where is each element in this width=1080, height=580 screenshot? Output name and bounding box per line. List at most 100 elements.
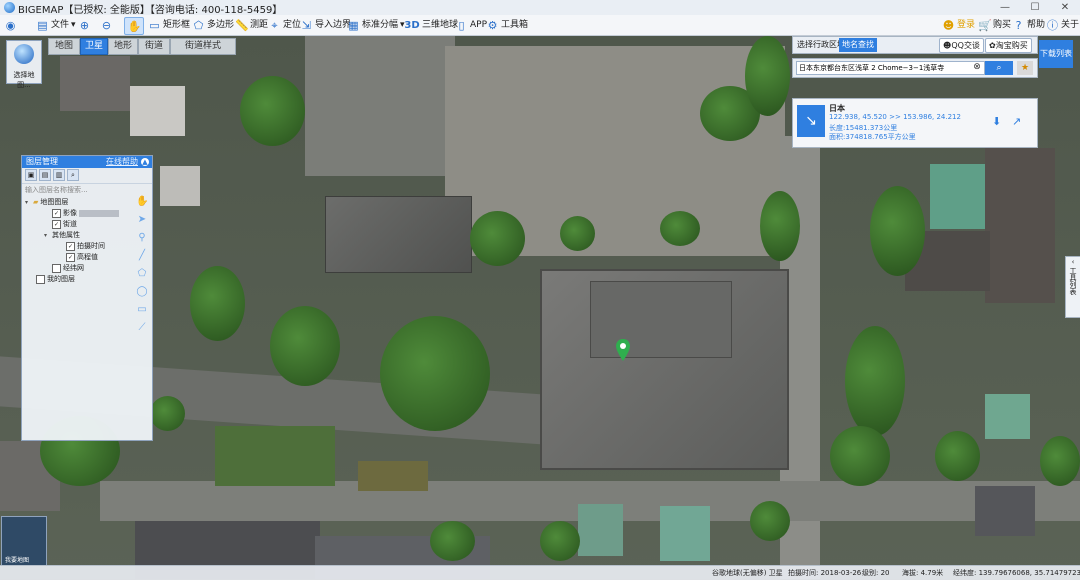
polygon-icon[interactable]: ⬠ (136, 268, 148, 280)
map-tab-street-style[interactable]: 街道样式 (170, 38, 236, 55)
tree-item-other-attrs[interactable]: ▾ 其他属性 (44, 230, 80, 240)
online-help-link[interactable]: 在线帮助 (106, 156, 138, 168)
map-tab-street[interactable]: 街道 (138, 38, 170, 55)
file-menu[interactable]: ▤ 文件 ▾ (36, 17, 75, 33)
save-icon[interactable]: ▤ (39, 169, 51, 181)
minimap-label: 我要地图 (5, 557, 30, 564)
import-boundary-button[interactable]: ⇲ 导入边界 (300, 17, 351, 33)
help-icon: ? (1015, 18, 1022, 32)
zoom-out-button[interactable]: ⊖ (100, 17, 113, 33)
checkbox[interactable] (52, 208, 61, 218)
pan-button[interactable]: ✋ (124, 17, 144, 35)
map-tab-map[interactable]: 地图 (48, 38, 80, 55)
layers-icon[interactable]: ▥ (53, 169, 65, 181)
collapse-icon[interactable]: ▲ (141, 158, 149, 166)
tree-item-elevation[interactable]: 高程值 (66, 252, 98, 262)
ruler-icon[interactable]: ⟋ (136, 322, 148, 334)
three-d-earth-button[interactable]: 3D 三维地球 (404, 17, 458, 33)
favorite-star-icon[interactable]: ★ (1017, 61, 1033, 75)
checkbox[interactable] (52, 263, 61, 273)
circle-icon[interactable]: ◯ (136, 286, 148, 298)
search-result-item[interactable]: ↘ 日本 122.938, 45.520 >> 153.986, 24.212 … (792, 98, 1038, 148)
hand-icon[interactable]: ✋ (136, 196, 148, 208)
map-pin-icon: ⌖ (271, 18, 278, 32)
map-tab-satellite[interactable]: 卫星 (80, 38, 108, 55)
checkbox[interactable] (66, 252, 75, 262)
measure-button[interactable]: 📏 测距 (235, 17, 268, 33)
pointer-icon[interactable]: ➤ (136, 214, 148, 226)
open-folder-icon[interactable]: ▣ (25, 169, 37, 181)
building-roof (975, 486, 1035, 536)
tree-item-my-layers[interactable]: 我的图层 (36, 274, 75, 284)
download-icon[interactable]: ⬇ (992, 115, 1001, 128)
minimize-button[interactable]: — (990, 0, 1020, 15)
checkbox[interactable] (66, 241, 75, 251)
tools-list-tab[interactable]: ‹ 工具列表 (1065, 256, 1080, 318)
checkbox[interactable] (36, 274, 45, 284)
taobao-buy-button[interactable]: ✿淘宝购买 (985, 38, 1032, 53)
share-icon[interactable]: ↗ (1012, 115, 1021, 128)
building-roof (985, 148, 1055, 303)
rectangle-icon: ▭ (149, 18, 160, 32)
buy-button[interactable]: 🛒 购买 (978, 17, 1011, 33)
file-icon: ▤ (37, 18, 48, 32)
layer-search-input[interactable]: 输入图层名称搜索... (25, 186, 149, 195)
tree-item-street[interactable]: 街道 (52, 219, 77, 229)
elevation: 海拔: 4.79米 (902, 569, 944, 577)
tab-place-search[interactable]: 地名查找 (839, 38, 877, 52)
map-pin-icon[interactable]: ⚲ (136, 232, 148, 244)
qq-chat-button[interactable]: ☻QQ交谈 (939, 38, 984, 53)
folder-icon: ▰ (33, 198, 39, 206)
globe-icon (14, 44, 34, 64)
zoom-in-button[interactable]: ⊕ (78, 17, 91, 33)
result-area: 面积:374818.765平方公里 (829, 133, 916, 141)
globe-button[interactable]: ◉ (4, 17, 17, 33)
expand-icon[interactable]: ▾ (25, 199, 31, 206)
three-d-icon: 3D (404, 19, 420, 31)
green-roof (985, 394, 1030, 439)
lonlat-readout: 经纬度: 139.79676068, 35.71479723 (953, 569, 1080, 577)
user-icon: ☻ (942, 18, 955, 32)
tree-item-map-layers[interactable]: ▾ ▰ 地图图层 (25, 197, 68, 207)
map-tab-terrain[interactable]: 地形 (108, 38, 138, 55)
place-search-input[interactable] (796, 61, 985, 75)
checkbox[interactable] (52, 219, 61, 229)
expand-icon[interactable]: ▾ (44, 232, 50, 239)
toolbox-button[interactable]: ⚙ 工具箱 (486, 17, 528, 33)
about-button[interactable]: ⓘ 关于 (1046, 17, 1079, 33)
choose-map-button[interactable]: 选择地图... (6, 40, 42, 89)
search-icon[interactable]: ⌕ (67, 169, 79, 181)
location-pin-icon[interactable] (616, 339, 630, 361)
polygon-button[interactable]: ⬠ 多边形 (192, 17, 234, 33)
app-button[interactable]: ▯ APP (455, 17, 487, 33)
rectangle-button[interactable]: ▭ 矩形框 (148, 17, 190, 33)
maximize-button[interactable]: ☐ (1020, 0, 1050, 15)
panel-title: 图层管理 (26, 157, 58, 166)
line-icon[interactable]: ╱ (136, 250, 148, 262)
clear-icon[interactable]: ⊗ (972, 62, 982, 72)
layer-tools: ▣ ▤ ▥ ⌕ (22, 168, 152, 184)
search-button[interactable]: ⌕ (985, 61, 1013, 75)
garden (358, 461, 428, 491)
help-button[interactable]: ? 帮助 (1012, 17, 1045, 33)
tree-item-graticule[interactable]: 经纬网 (52, 263, 84, 273)
green-roof (660, 506, 710, 561)
tree-item-imagery[interactable]: 影像 (52, 208, 119, 218)
ruler-icon: 📏 (235, 18, 249, 32)
close-button[interactable]: ✕ (1050, 0, 1080, 15)
zoom-out-icon: ⊖ (101, 18, 112, 32)
minimap[interactable]: 我要地图 (1, 516, 47, 566)
standard-grid-button[interactable]: ▦ 标准分幅 ▾ (347, 17, 404, 33)
locate-button[interactable]: ⌖ 定位 (268, 17, 301, 33)
login-button[interactable]: ☻ 登录 (942, 17, 975, 33)
search-tabs: 选择行政区域 地名查找 ☻QQ交谈 ✿淘宝购买 (792, 36, 1038, 54)
hand-icon: ✋ (127, 19, 142, 33)
rectangle-icon[interactable]: ▭ (136, 304, 148, 316)
title-bar: BIGEMAP【已授权: 全能版】【咨询电话: 400-118-5459】 — … (0, 0, 1080, 16)
region-icon: ↘ (797, 105, 825, 137)
zoom-in-icon: ⊕ (79, 18, 90, 32)
globe-icon: ◉ (5, 18, 16, 32)
tree-item-shot-time[interactable]: 拍摄时间 (66, 241, 105, 251)
info-icon: ⓘ (1047, 18, 1058, 32)
download-list-button[interactable]: 下载列表 (1039, 40, 1073, 68)
